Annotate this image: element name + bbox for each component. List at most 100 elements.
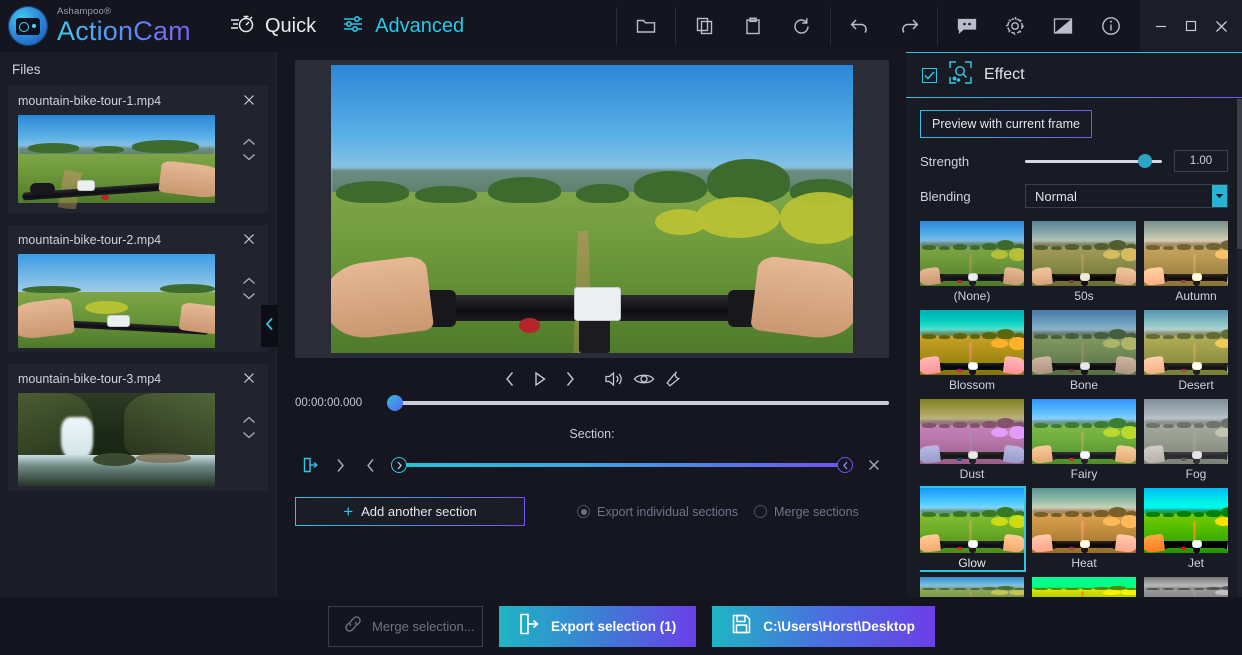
effect-preset[interactable]: Blossom [920, 310, 1024, 392]
play-button[interactable] [525, 365, 555, 393]
radio-export-individual-sections[interactable]: Export individual sections [577, 505, 738, 519]
reset-button[interactable] [786, 11, 816, 41]
tab-advanced-label: Advanced [375, 15, 464, 38]
section-actions-row: + Add another section Export individual … [295, 497, 889, 526]
maximize-button[interactable] [1176, 0, 1206, 52]
close-icon[interactable] [242, 232, 258, 248]
list-item[interactable]: mountain-bike-tour-1.mp4 [8, 86, 268, 213]
section-range-end-handle[interactable] [837, 457, 853, 473]
paste-button[interactable] [738, 11, 768, 41]
video-preview[interactable] [295, 60, 889, 358]
effect-preset[interactable]: Fairy [1032, 399, 1136, 481]
effect-preset[interactable]: 50s [1032, 221, 1136, 303]
tools-button[interactable] [659, 365, 689, 393]
preview-with-current-frame-button[interactable]: Preview with current frame [920, 110, 1092, 138]
preview-frame [331, 65, 853, 353]
seek-thumb[interactable] [387, 395, 403, 411]
add-another-section-button[interactable]: + Add another section [295, 497, 525, 526]
effect-preset[interactable]: (None) [920, 221, 1024, 303]
previous-frame-button[interactable] [495, 365, 525, 393]
effect-preset[interactable]: Fog [1144, 399, 1228, 481]
chevron-right-icon [335, 458, 346, 473]
strength-value-field[interactable]: 1.00 [1174, 150, 1228, 172]
effect-label: 50s [1032, 286, 1136, 303]
eye-icon [633, 371, 655, 387]
section-range-slider[interactable] [391, 454, 853, 476]
undo-button[interactable] [845, 11, 875, 41]
effect-label: Fairy [1032, 464, 1136, 481]
chevron-down-icon[interactable] [1212, 185, 1227, 207]
close-icon[interactable] [242, 371, 258, 387]
close-button[interactable] [1206, 0, 1236, 52]
plus-icon: + [343, 503, 353, 520]
effect-thumbnail [1144, 488, 1228, 553]
list-item[interactable]: mountain-bike-tour-3.mp4 [8, 364, 268, 491]
blending-select[interactable]: Normal [1025, 184, 1228, 208]
effect-panel-scrollbar[interactable] [1237, 99, 1242, 598]
radio-merge-sections[interactable]: Merge sections [754, 505, 859, 519]
curve-icon[interactable] [1048, 11, 1078, 41]
effect-thumbnail [1032, 488, 1136, 553]
export-selection-button[interactable]: Export selection (1) [499, 606, 696, 647]
close-icon [867, 458, 881, 472]
scrollbar-thumb[interactable] [1237, 99, 1242, 249]
effect-preset[interactable]: Desert [1144, 310, 1228, 392]
strength-slider-thumb[interactable] [1138, 154, 1152, 168]
chevron-left-icon [504, 371, 516, 387]
effect-enable-checkbox[interactable] [922, 68, 937, 83]
blending-row: Blending Normal [920, 184, 1228, 208]
info-icon[interactable] [1096, 11, 1126, 41]
list-item[interactable]: mountain-bike-tour-2.mp4 [8, 225, 268, 352]
application-window: Ashampoo® ActionCam Quick [0, 0, 1242, 655]
open-folder-button[interactable] [631, 11, 661, 41]
seek-slider[interactable] [387, 401, 889, 405]
editor-area: 00:00:00.000 Section: [278, 52, 905, 597]
redo-button[interactable] [893, 11, 923, 41]
merge-selection-button[interactable]: Merge selection... [328, 606, 483, 647]
effect-preset[interactable]: Dust [920, 399, 1024, 481]
effect-panel-title: Effect [984, 66, 1025, 84]
tab-advanced[interactable]: Advanced [342, 14, 464, 39]
output-folder-button[interactable]: C:\Users\Horst\Desktop [712, 606, 935, 647]
effect-preset[interactable]: Bone [1032, 310, 1136, 392]
collapse-sidebar-handle[interactable] [261, 305, 278, 347]
strength-label: Strength [920, 154, 1025, 169]
reorder-arrows[interactable] [242, 416, 256, 439]
reorder-arrows[interactable] [242, 138, 256, 161]
effect-thumbnail [920, 488, 1024, 553]
chat-icon[interactable] [952, 11, 982, 41]
effect-thumbnail [1032, 399, 1136, 464]
section-range-start-handle[interactable] [391, 457, 407, 473]
export-mode-radio-group: Export individual sections Merge section… [577, 505, 859, 519]
next-marker-button[interactable] [325, 452, 355, 478]
effect-label: Heat [1032, 553, 1136, 570]
effect-preset[interactable]: Autumn [1144, 221, 1228, 303]
volume-button[interactable] [599, 365, 629, 393]
file-name: mountain-bike-tour-3.mp4 [18, 372, 258, 386]
files-panel-title: Files [0, 52, 276, 86]
copy-button[interactable] [690, 11, 720, 41]
effect-label: Blossom [920, 375, 1024, 392]
previous-marker-button[interactable] [355, 452, 385, 478]
remove-section-button[interactable] [859, 452, 889, 478]
radio-dot [577, 505, 590, 518]
split-section-button[interactable] [295, 452, 325, 478]
chevron-down-icon [242, 292, 256, 300]
reorder-arrows[interactable] [242, 277, 256, 300]
chevron-left-icon [265, 317, 275, 336]
add-section-label: Add another section [361, 504, 477, 519]
effect-preset-selected[interactable]: Glow [920, 488, 1024, 570]
effect-preset[interactable]: Heat [1032, 488, 1136, 570]
file-name: mountain-bike-tour-1.mp4 [18, 94, 258, 108]
playback-controls [295, 365, 889, 393]
gear-icon[interactable] [1000, 11, 1030, 41]
close-icon[interactable] [242, 93, 258, 109]
tab-quick[interactable]: Quick [230, 14, 316, 39]
effect-thumbnail [920, 221, 1024, 286]
files-list: mountain-bike-tour-1.mp4 [0, 86, 276, 491]
next-frame-button[interactable] [555, 365, 585, 393]
minimize-button[interactable] [1146, 0, 1176, 52]
preview-eye-button[interactable] [629, 365, 659, 393]
effect-preset[interactable]: Jet [1144, 488, 1228, 570]
strength-slider[interactable] [1025, 160, 1162, 163]
